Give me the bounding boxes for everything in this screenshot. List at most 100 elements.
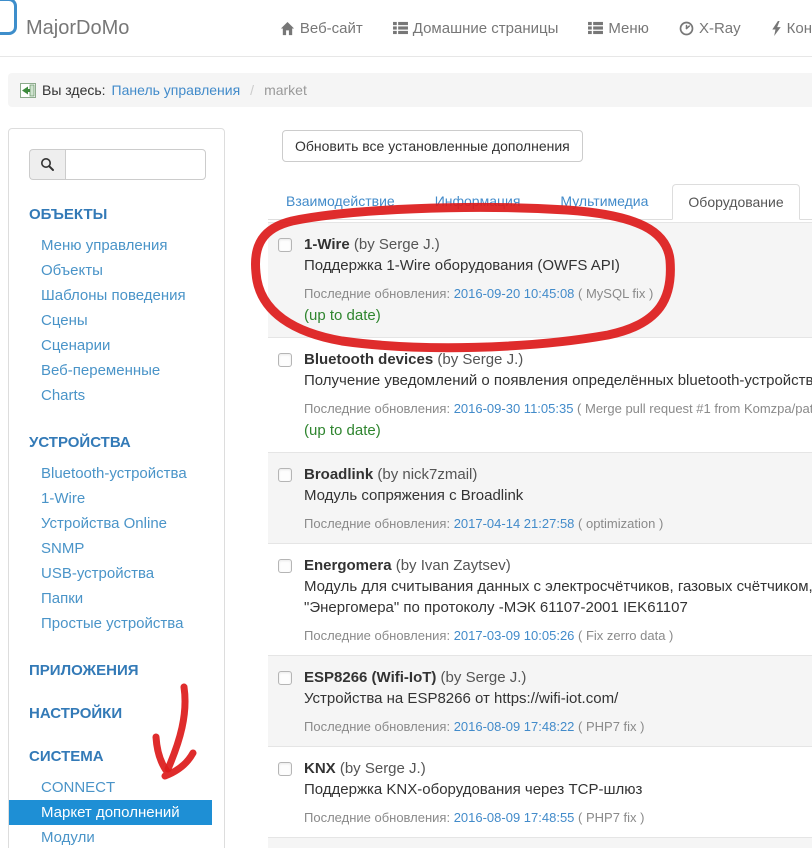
addon-updated-line: Последние обновления: 2017-04-14 21:27:5…	[304, 515, 663, 532]
addon-author: (by Serge J.)	[436, 669, 527, 686]
addon-update-note: ( optimization )	[574, 516, 664, 531]
addon-author: (by Ivan Zaytsev)	[391, 557, 511, 574]
nav-item-label: Кон	[786, 19, 812, 37]
sidebar-item-charts[interactable]: Charts	[9, 383, 224, 408]
sidebar-section-настройки[interactable]: НАСТРОЙКИ	[29, 705, 224, 722]
home-icon	[280, 21, 295, 36]
sidebar-item-устройства-online[interactable]: Устройства Online	[9, 511, 224, 536]
addon-updated-label: Последние обновления:	[304, 516, 454, 531]
update-all-button[interactable]: Обновить все установленные дополнения	[282, 130, 583, 162]
addon-updated-label: Последние обновления:	[304, 628, 454, 643]
addon-updated-line: Последние обновления: 2016-09-20 10:45:0…	[304, 285, 653, 302]
gauge-icon	[679, 21, 694, 36]
addon-updated-date-link[interactable]: 2016-09-30 11:05:35	[454, 401, 574, 416]
sidebar-item-1-wire[interactable]: 1-Wire	[9, 486, 224, 511]
sidebar-item-объекты[interactable]: Объекты	[9, 258, 224, 283]
brand-icon	[0, 0, 17, 35]
sidebar-item-папки[interactable]: Папки	[9, 586, 224, 611]
addon-updated-date-link[interactable]: 2016-08-09 17:48:55	[454, 810, 575, 825]
addon-description: Модуль для считывания данных с электросч…	[304, 578, 812, 595]
addon-updated-date-link[interactable]: 2016-08-09 17:48:22	[454, 719, 575, 734]
sidebar-item-простые-устройства[interactable]: Простые устройства	[9, 611, 224, 636]
addon-update-note: ( Fix zerro data )	[574, 628, 674, 643]
addon-row-broadlink: Broadlink (by nick7zmail) Модуль сопряжен…	[268, 453, 812, 544]
nav-item-x-ray[interactable]: X-Ray	[679, 20, 741, 37]
addon-title: Energomera	[304, 557, 392, 574]
nav-item-веб-сайт[interactable]: Веб-сайт	[280, 20, 363, 37]
breadcrumb-separator: /	[250, 82, 255, 98]
tab-оборудование[interactable]: Оборудование	[672, 184, 800, 220]
content-area: ОБЪЕКТЫ Меню управления Объекты Шаблоны пов…	[0, 128, 812, 848]
breadcrumb-link-control-panel[interactable]: Панель управления	[112, 82, 241, 98]
addon-body: ESP8266 (Wifi-IoT) (by Serge J.) Устройст…	[304, 667, 644, 735]
addon-title: KNX	[304, 760, 336, 777]
top-navbar: MajorDoMo Веб-сайт Домашние страницы Меню X…	[0, 0, 812, 57]
location-icon	[20, 82, 36, 98]
addon-description: Устройства на ESP8266 от https://wifi-io…	[304, 690, 619, 707]
search-button[interactable]	[29, 149, 65, 180]
breadcrumb-current: market	[264, 82, 307, 98]
addon-description: Модуль сопряжения с Broadlink	[304, 487, 524, 504]
addon-update-note: ( PHP7 fix )	[574, 719, 645, 734]
addon-updated-date-link[interactable]: 2017-03-09 10:05:26	[454, 628, 575, 643]
sidebar-item-маркет-дополнений[interactable]: Маркет дополнений	[9, 800, 212, 825]
nav-item-label: Меню	[608, 19, 649, 37]
brand-title: MajorDoMo	[26, 16, 130, 39]
bolt-icon	[771, 20, 782, 36]
sidebar-item-шаблоны-поведения[interactable]: Шаблоны поведения	[9, 283, 224, 308]
sidebar-item-модули[interactable]: Модули	[9, 825, 224, 848]
navbar-menu: Веб-сайт Домашние страницы Меню X-Ray Кон	[280, 20, 812, 37]
addon-author: (by Serge J.)	[335, 760, 426, 777]
addon-updated-label: Последние обновления:	[304, 401, 454, 416]
tab-информация[interactable]: Информация	[419, 183, 537, 219]
sidebar-item-сцены[interactable]: Сцены	[9, 308, 224, 333]
category-tabs: Взаимодействие Информация Мультимедиа Обору…	[268, 183, 812, 220]
sidebar-item-snmp[interactable]: SNMP	[9, 536, 224, 561]
addon-row-1-wire: 1-Wire (by Serge J.) Поддержка 1-Wire обо…	[268, 223, 812, 338]
tab-взаимодействие[interactable]: Взаимодействие	[270, 183, 411, 219]
navbar-brand[interactable]: MajorDoMo	[0, 0, 130, 40]
nav-item-домашние-страницы[interactable]: Домашние страницы	[392, 20, 558, 37]
addon-update-note: ( Merge pull request #1 from Komzpa/patc…	[577, 401, 812, 416]
search-input[interactable]	[65, 149, 206, 180]
sidebar-item-веб-переменные[interactable]: Веб-переменные	[9, 358, 224, 383]
addon-updated-line: Последние обновления: 2016-08-09 17:48:2…	[304, 718, 644, 735]
sidebar-section-устройства[interactable]: УСТРОЙСТВА	[29, 434, 224, 451]
addon-row-energomera: Energomera (by Ivan Zaytsev) Модуль для с…	[268, 544, 812, 656]
sidebar-item-connect[interactable]: CONNECT	[9, 775, 224, 800]
nav-item-меню[interactable]: Меню	[588, 20, 649, 37]
addon-checkbox[interactable]	[278, 353, 292, 367]
tab-системные[interactable]: Системные	[808, 183, 812, 219]
addon-checkbox[interactable]	[278, 468, 292, 482]
nav-item-label: Веб-сайт	[299, 19, 363, 37]
sidebar-section-приложения[interactable]: ПРИЛОЖЕНИЯ	[29, 662, 224, 679]
tab-мультимедиа[interactable]: Мультимедиа	[544, 183, 664, 219]
nav-item-кон[interactable]: Кон	[771, 20, 812, 37]
addon-title: Bluetooth devices	[304, 351, 434, 368]
addon-checkbox[interactable]	[278, 671, 292, 685]
sidebar-item-сценарии[interactable]: Сценарии	[9, 333, 224, 358]
sidebar-item-usb-устройства[interactable]: USB-устройства	[9, 561, 224, 586]
addon-status-badge: (up to date)	[304, 307, 381, 324]
sidebar-section-объекты[interactable]: ОБЪЕКТЫ	[29, 206, 224, 223]
addon-checkbox[interactable]	[278, 559, 292, 573]
nav-item-label: X-Ray	[698, 19, 741, 37]
addon-updated-line: Последние обновления: 2016-08-09 17:48:5…	[304, 809, 644, 826]
addon-description: Получение уведомлений о появления опреде…	[304, 372, 812, 389]
main-panel: Обновить все установленные дополнения Вз…	[268, 128, 812, 848]
addon-author: (by nick7zmail)	[373, 466, 478, 483]
addon-checkbox[interactable]	[278, 238, 292, 252]
addon-updated-date-link[interactable]: 2017-04-14 21:27:58	[454, 516, 575, 531]
sidebar-item-bluetooth-устройства[interactable]: Bluetooth-устройства	[9, 461, 224, 486]
addon-title: ESP8266 (Wifi-IoT)	[304, 669, 437, 686]
addon-checkbox[interactable]	[278, 762, 292, 776]
sidebar-item-меню-управления[interactable]: Меню управления	[9, 233, 224, 258]
addon-body: Energomera (by Ivan Zaytsev) Модуль для с…	[304, 555, 812, 644]
addon-description: Поддержка 1-Wire оборудования (OWFS API)	[304, 257, 620, 274]
addon-list: 1-Wire (by Serge J.) Поддержка 1-Wire обо…	[268, 222, 812, 848]
addon-title: Broadlink	[304, 466, 374, 483]
sidebar-section-система[interactable]: СИСТЕМА	[29, 748, 224, 765]
addon-updated-date-link[interactable]: 2016-09-20 10:45:08	[454, 286, 575, 301]
list-icon	[588, 21, 604, 35]
addon-body: KNX (by Serge J.) Поддержка KNX-оборудова…	[304, 758, 644, 826]
